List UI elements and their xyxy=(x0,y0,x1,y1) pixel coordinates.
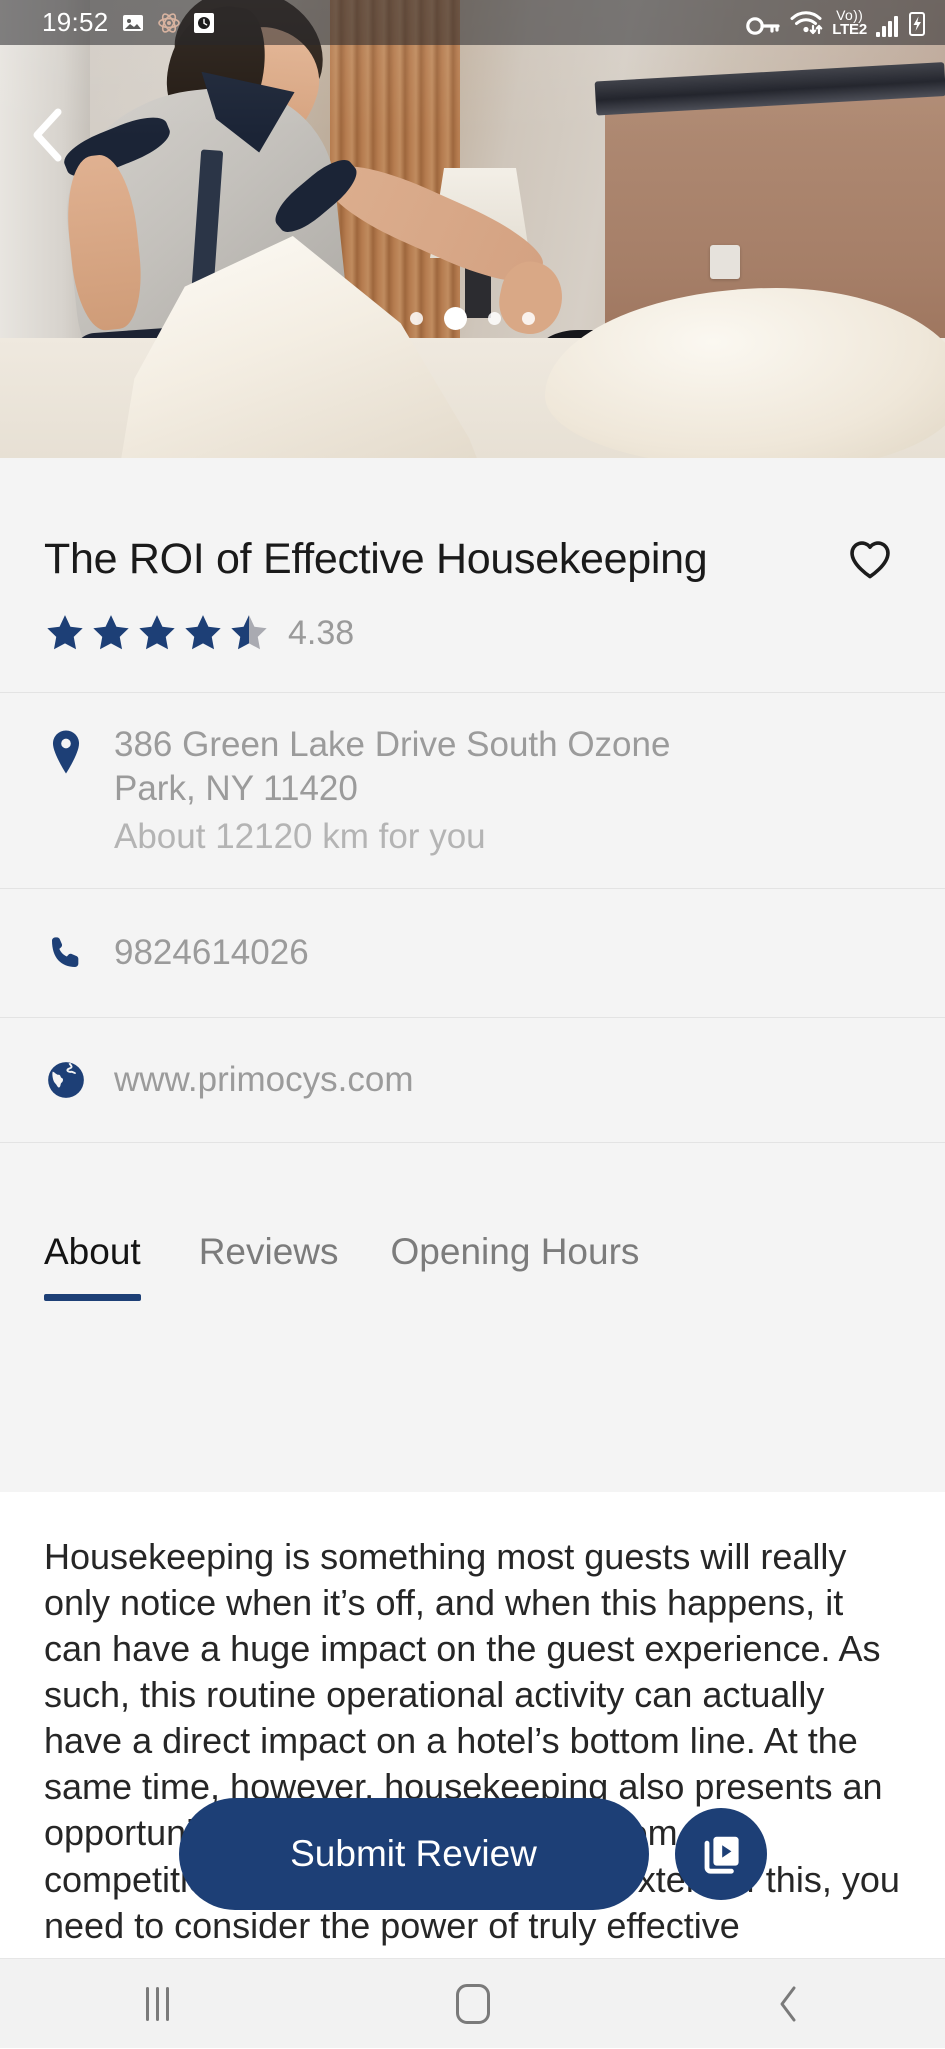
volte-line2: LTE2 xyxy=(832,21,867,38)
nav-recents-button[interactable] xyxy=(98,1959,218,2049)
back-icon xyxy=(780,1986,795,2021)
phone-row[interactable]: 9824614026 xyxy=(0,889,945,1017)
carousel-dots[interactable] xyxy=(0,307,945,330)
rating-value: 4.38 xyxy=(288,613,355,652)
rating-row: 4.38 xyxy=(44,612,901,692)
carousel-dot[interactable] xyxy=(488,312,501,325)
nav-back-button[interactable] xyxy=(728,1959,848,2049)
atom-icon xyxy=(157,11,181,35)
website-url: www.primocys.com xyxy=(114,1060,414,1099)
recents-icon xyxy=(146,1986,169,2021)
carousel-dot-active[interactable] xyxy=(444,307,467,330)
signal-bars-icon xyxy=(876,15,898,37)
submit-review-button[interactable]: Submit Review xyxy=(178,1798,649,1910)
star-filled-icon xyxy=(47,615,83,650)
carousel-dot[interactable] xyxy=(522,312,535,325)
wifi-icon xyxy=(789,9,823,37)
star-rating xyxy=(44,612,270,654)
address-line-2: Park, NY 11420 xyxy=(114,768,358,808)
home-icon xyxy=(455,1983,490,2024)
title-block: The ROI of Effective Housekeeping 4.38 xyxy=(0,458,945,692)
phone-number: 9824614026 xyxy=(114,933,309,973)
android-nav-bar xyxy=(0,1958,945,2048)
phone-icon xyxy=(44,933,88,973)
media-play-card-icon xyxy=(704,1836,739,1874)
tab-about[interactable]: About xyxy=(44,1231,173,1301)
back-chevron-icon xyxy=(33,108,62,162)
media-fab-button[interactable] xyxy=(674,1808,767,1900)
star-filled-icon xyxy=(139,615,175,650)
status-bar: 19:52 Vo)) LTE2 xyxy=(0,0,945,45)
star-half-icon xyxy=(231,615,267,650)
map-pin-icon xyxy=(44,723,88,775)
image-icon xyxy=(121,11,145,35)
clock-icon xyxy=(193,11,215,35)
heart-outline-icon xyxy=(850,541,890,579)
volte-line1: Vo)) xyxy=(836,7,864,23)
tab-opening-hours[interactable]: Opening Hours xyxy=(365,1231,666,1301)
address-line-1: 386 Green Lake Drive South Ozone xyxy=(114,725,671,764)
website-row[interactable]: www.primocys.com xyxy=(0,1018,945,1142)
page-title: The ROI of Effective Housekeeping xyxy=(44,534,708,583)
volte-indicator: Vo)) LTE2 xyxy=(832,8,867,37)
floating-action-row: Submit Review xyxy=(0,1798,945,1910)
tab-reviews[interactable]: Reviews xyxy=(173,1231,365,1301)
distance-text: About 12120 km for you xyxy=(114,816,486,856)
star-filled-icon xyxy=(93,615,129,650)
carousel-dot[interactable] xyxy=(410,312,423,325)
globe-icon xyxy=(44,1059,88,1101)
status-time: 19:52 xyxy=(42,7,109,37)
vpn-key-icon xyxy=(746,15,780,37)
tab-bar[interactable]: About Reviews Opening Hours xyxy=(0,1143,945,1301)
address-row[interactable]: 386 Green Lake Drive South Ozone Park, N… xyxy=(0,693,945,888)
nav-home-button[interactable] xyxy=(413,1959,533,2049)
hero-image xyxy=(0,0,945,458)
favorite-button[interactable] xyxy=(839,528,901,590)
star-filled-icon xyxy=(185,615,221,650)
battery-charging-icon xyxy=(907,11,927,37)
back-button[interactable] xyxy=(18,105,78,165)
hero-carousel[interactable]: 19:52 Vo)) LTE2 xyxy=(0,0,945,458)
